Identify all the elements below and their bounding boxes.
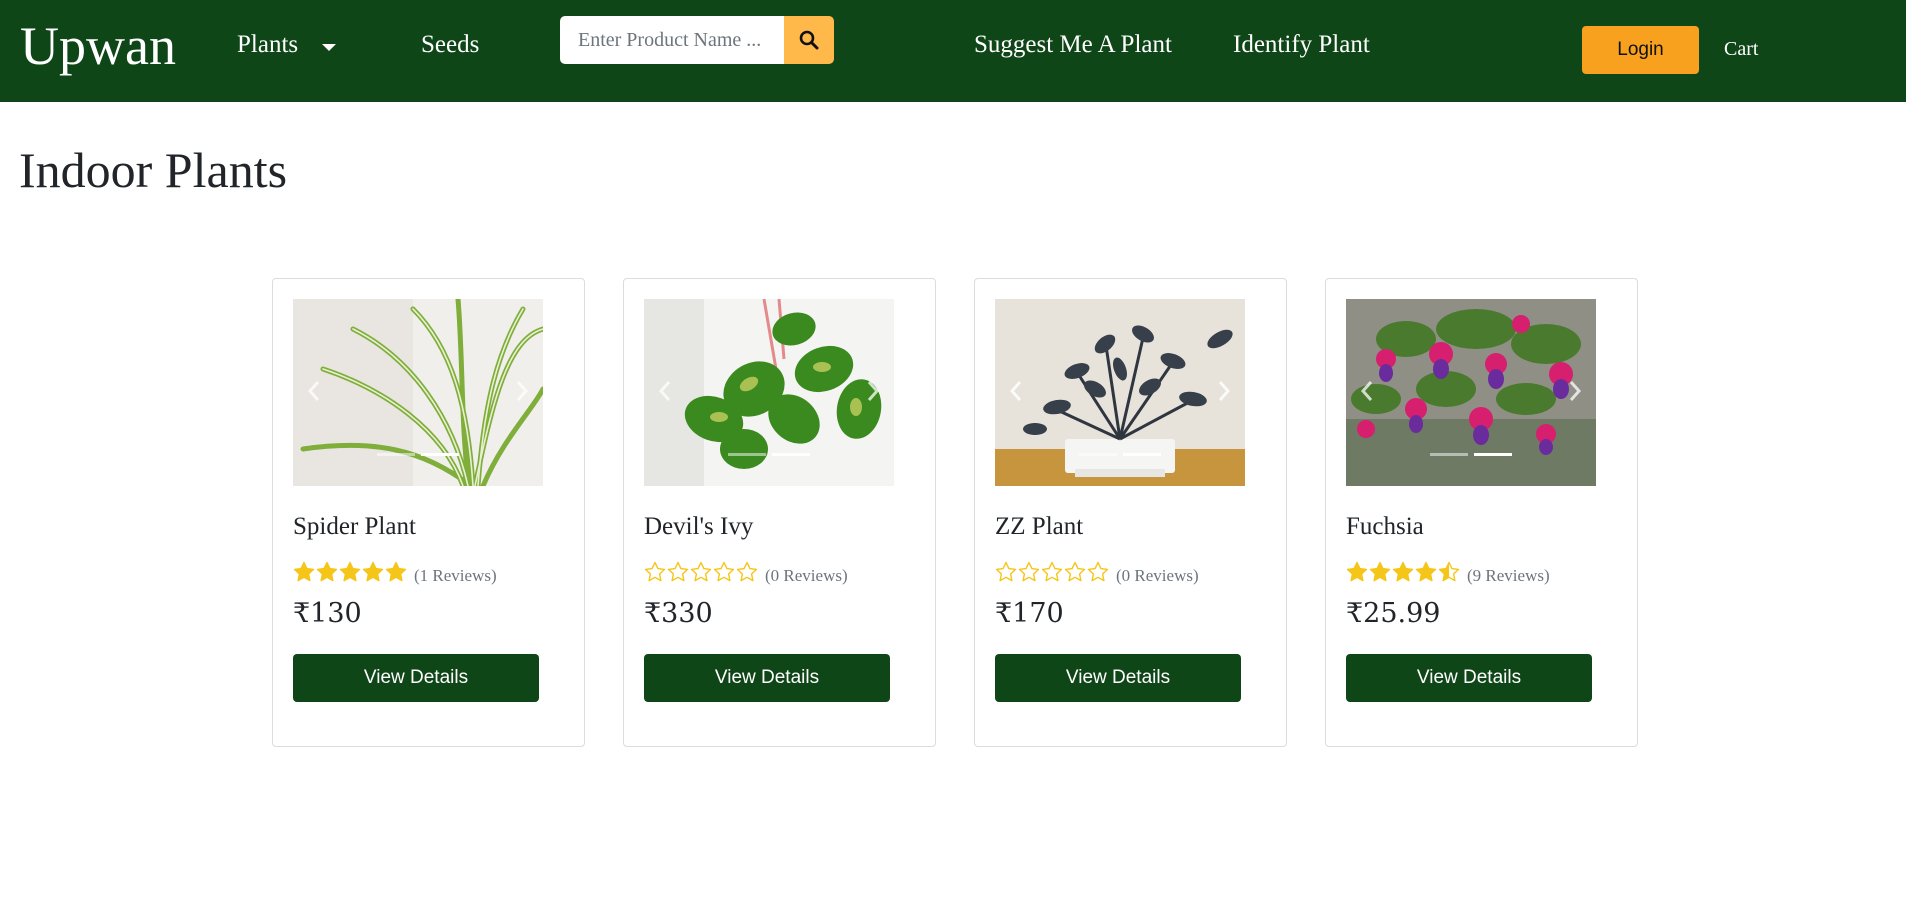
product-image-carousel[interactable] <box>293 299 543 486</box>
search-input[interactable] <box>560 16 784 64</box>
star-filled-icon <box>1392 561 1414 582</box>
search-form <box>560 16 834 64</box>
carousel-prev-icon[interactable] <box>307 379 321 403</box>
star-empty-icon <box>1041 561 1063 582</box>
product-image-carousel[interactable] <box>644 299 894 486</box>
star-filled-icon <box>1346 561 1368 582</box>
page-title: Indoor Plants <box>19 142 288 198</box>
carousel-next-icon[interactable] <box>866 379 880 403</box>
carousel-indicators <box>293 453 543 456</box>
carousel-prev-icon[interactable] <box>1360 379 1374 403</box>
carousel-indicator-active[interactable] <box>772 453 810 456</box>
carousel-indicators <box>1346 453 1596 456</box>
carousel-indicator-active[interactable] <box>421 453 459 456</box>
star-filled-icon <box>339 561 361 582</box>
product-image <box>644 299 894 486</box>
carousel-indicators <box>995 453 1245 456</box>
star-rating <box>995 561 1110 583</box>
product-name[interactable]: ZZ Plant <box>995 511 1083 543</box>
star-filled-icon <box>362 561 384 582</box>
carousel-prev-icon[interactable] <box>658 379 672 403</box>
product-image <box>1346 299 1596 486</box>
product-card: ZZ Plant (0 Reviews) ₹170 View Details <box>974 278 1287 747</box>
star-filled-icon <box>1369 561 1391 582</box>
view-details-button[interactable]: View Details <box>1346 654 1592 702</box>
carousel-indicator-active[interactable] <box>1123 453 1161 456</box>
product-name[interactable]: Spider Plant <box>293 511 416 543</box>
search-icon <box>799 30 819 50</box>
star-filled-icon <box>316 561 338 582</box>
star-rating <box>293 561 408 583</box>
view-details-button[interactable]: View Details <box>644 654 890 702</box>
review-count: (0 Reviews) <box>765 566 848 585</box>
star-rating <box>644 561 759 583</box>
product-card: Fuchsia (9 Reviews) ₹25.99 View Details <box>1325 278 1638 747</box>
search-button[interactable] <box>784 16 834 64</box>
star-empty-icon <box>667 561 689 582</box>
carousel-indicator[interactable] <box>1430 453 1468 456</box>
view-details-button[interactable]: View Details <box>995 654 1241 702</box>
brand-logo[interactable]: Upwan <box>20 14 176 78</box>
star-empty-icon <box>995 561 1017 582</box>
star-empty-icon <box>690 561 712 582</box>
product-name[interactable]: Devil's Ivy <box>644 511 753 543</box>
product-image-carousel[interactable] <box>1346 299 1596 486</box>
review-count: (9 Reviews) <box>1467 566 1550 585</box>
nav-plants-dropdown[interactable]: Plants <box>237 28 298 62</box>
carousel-indicator[interactable] <box>728 453 766 456</box>
star-half-icon <box>1438 561 1460 582</box>
product-card: Spider Plant (1 Reviews) ₹130 View Detai… <box>272 278 585 747</box>
login-button[interactable]: Login <box>1582 26 1699 74</box>
view-details-button[interactable]: View Details <box>293 654 539 702</box>
product-price: ₹330 <box>644 598 713 629</box>
chevron-down-icon[interactable] <box>322 44 336 51</box>
review-count: (1 Reviews) <box>414 566 497 585</box>
product-name[interactable]: Fuchsia <box>1346 511 1424 543</box>
star-filled-icon <box>293 561 315 582</box>
product-price: ₹170 <box>995 598 1064 629</box>
nav-identify-plant[interactable]: Identify Plant <box>1233 28 1370 62</box>
star-empty-icon <box>1064 561 1086 582</box>
carousel-indicator[interactable] <box>1079 453 1117 456</box>
review-count: (0 Reviews) <box>1116 566 1199 585</box>
product-card: Devil's Ivy (0 Reviews) ₹330 View Detail… <box>623 278 936 747</box>
product-image <box>995 299 1245 486</box>
product-image <box>293 299 543 486</box>
nav-seeds[interactable]: Seeds <box>421 28 479 62</box>
nav-suggest-plant[interactable]: Suggest Me A Plant <box>974 28 1172 62</box>
star-rating <box>1346 561 1461 583</box>
carousel-indicators <box>644 453 894 456</box>
product-price: ₹130 <box>293 598 362 629</box>
carousel-indicator[interactable] <box>377 453 415 456</box>
carousel-prev-icon[interactable] <box>1009 379 1023 403</box>
product-image-carousel[interactable] <box>995 299 1245 486</box>
product-price: ₹25.99 <box>1346 598 1441 629</box>
star-empty-icon <box>1087 561 1109 582</box>
star-empty-icon <box>1018 561 1040 582</box>
star-filled-icon <box>1415 561 1437 582</box>
star-filled-icon <box>385 561 407 582</box>
carousel-next-icon[interactable] <box>1568 379 1582 403</box>
star-empty-icon <box>736 561 758 582</box>
star-empty-icon <box>644 561 666 582</box>
carousel-next-icon[interactable] <box>1217 379 1231 403</box>
carousel-indicator-active[interactable] <box>1474 453 1512 456</box>
carousel-next-icon[interactable] <box>515 379 529 403</box>
top-navbar: Upwan Plants Seeds Suggest Me A Plant Id… <box>0 0 1906 102</box>
cart-link[interactable]: Cart <box>1724 36 1758 62</box>
star-empty-icon <box>713 561 735 582</box>
